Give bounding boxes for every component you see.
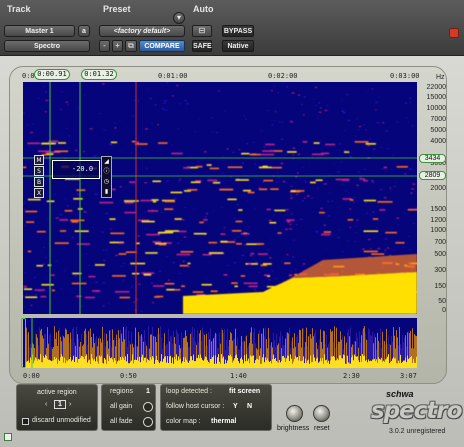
native-button[interactable]: Native [222, 40, 254, 52]
color-map-value[interactable]: thermal [211, 418, 236, 425]
frequency-tick: 5000 [430, 127, 446, 134]
regions-value: 1 [146, 388, 150, 395]
spectrogram-display[interactable] [23, 82, 417, 314]
frequency-tick: 15000 [426, 94, 446, 101]
plugin-selector[interactable]: Spectro [4, 40, 90, 52]
mode-b-button[interactable]: B [34, 177, 44, 187]
frequency-tick: 300 [434, 267, 446, 274]
time-ruler[interactable]: 0:00 0:01:00 0:02:00 0:03:00 0:00.91 0:0… [22, 68, 420, 82]
freq-lower-marker[interactable]: 2809 [419, 171, 446, 180]
selection-start-marker[interactable]: 0:00.91 [34, 69, 70, 80]
brightness-label: brightness [277, 425, 310, 432]
automation-icon[interactable]: ⊟ [192, 25, 212, 37]
frequency-tick: 4000 [430, 138, 446, 145]
info-icon[interactable]: ⓘ [102, 167, 111, 177]
prev-region-icon[interactable]: ‹ [45, 401, 47, 408]
frequency-tick: 1200 [430, 217, 446, 224]
overview-tick: 0:00 [23, 372, 40, 380]
region-tool-strip: ◢ ⓘ ◷ ▮ [101, 156, 112, 198]
version-label: 3.0.2 unregistered [389, 428, 446, 435]
frequency-tick: 10000 [426, 105, 446, 112]
plugin-window-header: Track Preset Auto Master 1 a Spectro ▾ <… [0, 0, 464, 56]
mode-x-button[interactable]: X [34, 188, 44, 198]
regions-panel: regions 1 all gain all fade [101, 384, 156, 431]
gain-handle-icon[interactable]: ◢ [102, 157, 111, 167]
frequency-unit-label: Hz [436, 74, 445, 81]
follow-host-label: follow host cursor : [166, 403, 225, 410]
loop-detected-label: loop detected : [166, 388, 212, 395]
spectro-logo: spectro [371, 398, 463, 424]
overview-left-handle[interactable] [21, 318, 26, 368]
bypass-button[interactable]: BYPASS [222, 25, 254, 37]
follow-y-option[interactable]: Y [233, 403, 238, 410]
follow-n-option[interactable]: N [247, 403, 252, 410]
loop-detected-value[interactable]: fit screen [229, 388, 260, 395]
overview-tick: 1:40 [230, 372, 247, 380]
record-indicator [449, 28, 459, 38]
frequency-tick: 1500 [430, 206, 446, 213]
auto-label: Auto [193, 4, 214, 14]
region-mode-toolbar: M S B X [34, 155, 44, 199]
preset-menu-icon[interactable]: ▾ [173, 12, 185, 24]
discard-unmodified-label: discard unmodified [32, 417, 91, 424]
overview-image [23, 318, 417, 368]
frequency-tick: 2000 [430, 185, 446, 192]
freq-upper-marker[interactable]: 3434 [419, 154, 446, 163]
help-button[interactable] [4, 433, 12, 441]
copy-settings-icon[interactable]: ⧉ [125, 40, 137, 52]
overview-tick: 0:50 [120, 372, 137, 380]
active-region-label: active region [37, 389, 77, 396]
overview-tick: 2:30 [343, 372, 360, 380]
frequency-tick: 700 [434, 239, 446, 246]
compare-button[interactable]: COMPARE [139, 40, 185, 52]
spectrogram-image [23, 82, 417, 314]
track-label: Track [7, 4, 31, 14]
preset-label: Preset [103, 4, 131, 14]
frequency-tick: 7000 [430, 116, 446, 123]
preset-selector[interactable]: <factory default> [99, 25, 185, 37]
lock-icon[interactable]: ▮ [102, 187, 111, 197]
brightness-knob[interactable] [286, 405, 303, 422]
frequency-tick: 22000 [426, 84, 446, 91]
selection-end-marker[interactable]: 0:01.32 [81, 69, 117, 80]
region-gain-readout[interactable]: -20.0 [52, 160, 100, 179]
time-tick: 0:01:00 [158, 72, 188, 80]
all-fade-label: all fade [110, 418, 133, 425]
reset-knob[interactable] [313, 405, 330, 422]
frequency-tick: 50 [438, 298, 446, 305]
color-map-label: color map : [166, 418, 201, 425]
safe-button[interactable]: SAFE [192, 40, 212, 52]
frequency-tick: 500 [434, 251, 446, 258]
preset-minus-button[interactable]: - [99, 40, 110, 52]
frequency-tick: 0 [442, 307, 446, 314]
regions-label: regions [110, 388, 133, 395]
time-tick: 0:02:00 [268, 72, 298, 80]
all-gain-label: all gain [110, 403, 133, 410]
overview-waveform[interactable] [23, 318, 417, 368]
clock-icon[interactable]: ◷ [102, 177, 111, 187]
discard-unmodified-checkbox[interactable] [22, 418, 29, 425]
all-gain-button[interactable] [143, 402, 153, 412]
time-tick: 0:03:00 [390, 72, 420, 80]
track-selector[interactable]: Master 1 [4, 25, 75, 37]
overview-tick: 3:07 [400, 372, 417, 380]
settings-panel: loop detected : fit screen follow host c… [160, 384, 272, 431]
preset-plus-button[interactable]: + [112, 40, 123, 52]
next-region-icon[interactable]: › [69, 401, 71, 408]
reset-label: reset [314, 425, 330, 432]
gain-value: -20.0 [72, 165, 94, 173]
frequency-tick: 1000 [430, 227, 446, 234]
mode-s-button[interactable]: S [34, 166, 44, 176]
track-suffix-button[interactable]: a [78, 25, 90, 37]
active-region-panel: active region ‹ 1 › discard unmodified [16, 384, 98, 431]
frequency-tick: 150 [434, 283, 446, 290]
active-region-value[interactable]: 1 [54, 400, 66, 409]
mode-m-button[interactable]: M [34, 155, 44, 165]
all-fade-button[interactable] [143, 417, 153, 427]
